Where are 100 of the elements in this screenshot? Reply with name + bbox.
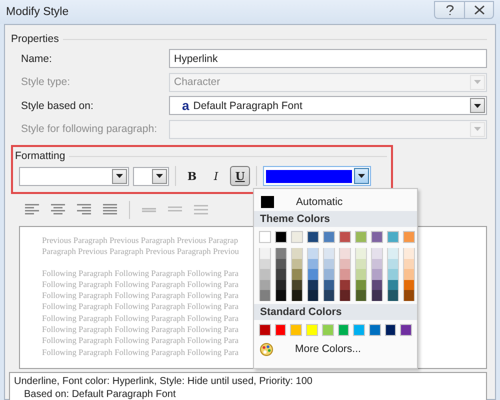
color-swatch[interactable] xyxy=(355,280,367,290)
color-swatch[interactable] xyxy=(403,231,415,243)
preview-text: Following Paragraph Following Paragraph Following Para xyxy=(42,312,239,324)
color-swatch[interactable] xyxy=(338,324,350,336)
color-swatch[interactable] xyxy=(291,269,303,280)
color-swatch[interactable] xyxy=(291,248,303,258)
color-swatch[interactable] xyxy=(307,231,319,243)
align-center-icon[interactable] xyxy=(51,204,65,216)
color-swatch[interactable] xyxy=(323,269,335,280)
color-swatch[interactable] xyxy=(259,231,271,243)
color-swatch[interactable] xyxy=(355,231,367,243)
color-swatch[interactable] xyxy=(387,258,399,269)
menu-heading: Standard Colors xyxy=(254,304,417,320)
align-right-icon[interactable] xyxy=(77,204,91,216)
color-swatch[interactable] xyxy=(259,248,271,258)
color-swatch[interactable] xyxy=(371,258,383,269)
color-swatch[interactable] xyxy=(384,324,396,336)
color-swatch[interactable] xyxy=(339,280,351,290)
color-swatch[interactable] xyxy=(275,258,287,269)
help-icon xyxy=(444,4,454,16)
color-swatch[interactable] xyxy=(259,269,271,280)
color-swatch[interactable] xyxy=(353,324,365,336)
color-swatch[interactable] xyxy=(371,290,383,300)
color-swatch[interactable] xyxy=(400,324,412,336)
color-swatch[interactable] xyxy=(339,248,351,258)
color-swatch[interactable] xyxy=(403,290,415,300)
color-swatch[interactable] xyxy=(306,324,318,336)
color-swatch[interactable] xyxy=(355,258,367,269)
color-swatch[interactable] xyxy=(259,258,271,269)
color-swatch[interactable] xyxy=(368,324,381,336)
more-colors-item[interactable]: More Colors... xyxy=(258,340,413,358)
field-label: Style for following paragraph: xyxy=(20,123,158,136)
color-swatch[interactable] xyxy=(323,280,335,290)
color-swatch[interactable] xyxy=(355,290,367,300)
color-swatch[interactable] xyxy=(290,324,302,336)
color-swatch[interactable] xyxy=(259,280,271,290)
color-swatch[interactable] xyxy=(323,231,335,243)
color-swatch[interactable] xyxy=(323,258,335,269)
color-swatch[interactable] xyxy=(355,269,367,280)
color-swatch[interactable] xyxy=(259,290,271,300)
help-button[interactable] xyxy=(434,1,464,19)
font-color-dropdown[interactable] xyxy=(263,166,371,186)
color-swatch[interactable] xyxy=(275,231,287,243)
color-swatch[interactable] xyxy=(339,269,351,280)
dropdown-field[interactable]: a Default Paragraph Font xyxy=(169,96,487,116)
preview-text: Previous Paragraph Previous Paragraph Previous Paragrap xyxy=(42,235,238,246)
close-button[interactable] xyxy=(464,1,494,19)
color-swatch[interactable] xyxy=(371,231,383,243)
color-swatch[interactable] xyxy=(291,258,303,269)
color-swatch[interactable] xyxy=(371,280,383,290)
color-swatch[interactable] xyxy=(307,258,319,269)
color-swatch[interactable] xyxy=(371,269,383,280)
align-left-icon[interactable] xyxy=(25,204,39,216)
color-swatch[interactable] xyxy=(275,269,287,280)
color-swatch[interactable] xyxy=(323,290,335,300)
underline-button[interactable]: U xyxy=(230,166,250,186)
preview-text: Following Paragraph Following Paragraph Following Para xyxy=(42,268,239,279)
preview-text: Following Paragraph Following Paragraph Following Para xyxy=(42,290,239,302)
color-swatch[interactable] xyxy=(307,269,319,280)
automatic-item[interactable]: Automatic xyxy=(258,192,413,211)
color-swatch[interactable] xyxy=(403,280,415,290)
input-field[interactable]: Hyperlink xyxy=(169,49,487,68)
color-swatch[interactable] xyxy=(275,280,287,290)
double-spacing-icon[interactable] xyxy=(194,204,208,216)
color-swatch[interactable] xyxy=(339,231,351,243)
color-swatch[interactable] xyxy=(307,290,319,300)
color-swatch[interactable] xyxy=(403,248,415,258)
italic-button[interactable]: I xyxy=(206,166,226,186)
color-swatch[interactable] xyxy=(339,258,351,269)
color-swatch[interactable] xyxy=(291,290,303,300)
preview-text: Following Paragraph Following Paragraph Following Para xyxy=(42,346,239,358)
color-swatch[interactable] xyxy=(387,280,399,290)
close-icon xyxy=(474,5,484,15)
color-swatch[interactable] xyxy=(275,290,287,300)
color-swatch[interactable] xyxy=(307,248,319,258)
size-dropdown[interactable] xyxy=(133,166,169,186)
bold-button[interactable]: B xyxy=(182,166,202,186)
preview-text: Following Paragraph Following Paragraph Following Para xyxy=(42,301,239,313)
color-swatch[interactable] xyxy=(259,324,271,336)
color-swatch[interactable] xyxy=(403,269,415,280)
palette-icon xyxy=(260,342,273,356)
color-swatch[interactable] xyxy=(387,231,399,243)
color-swatch[interactable] xyxy=(339,290,351,300)
color-swatch[interactable] xyxy=(387,269,399,280)
color-swatch[interactable] xyxy=(387,248,399,258)
menu-heading: Theme Colors xyxy=(254,211,417,227)
preview-text: Following Paragraph Following Paragraph Following Para xyxy=(42,324,239,336)
color-swatch[interactable] xyxy=(403,258,415,269)
color-swatch[interactable] xyxy=(291,280,303,290)
color-swatch[interactable] xyxy=(307,280,319,290)
color-swatch[interactable] xyxy=(355,248,367,258)
field-label: Style type: xyxy=(20,76,72,88)
color-swatch[interactable] xyxy=(323,248,335,258)
color-swatch[interactable] xyxy=(322,324,334,336)
color-swatch[interactable] xyxy=(275,248,287,258)
color-swatch[interactable] xyxy=(387,290,399,300)
color-swatch[interactable] xyxy=(274,324,286,336)
color-swatch[interactable] xyxy=(291,231,303,243)
justify-icon[interactable] xyxy=(103,204,117,216)
color-swatch[interactable] xyxy=(371,248,383,258)
